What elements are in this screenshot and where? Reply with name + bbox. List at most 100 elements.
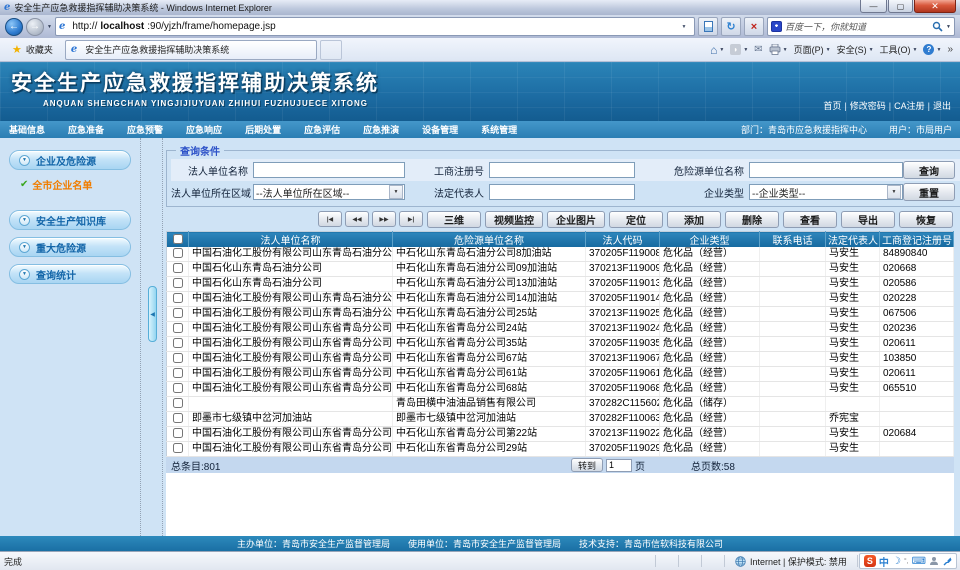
refresh-button[interactable]: ↻: [721, 17, 741, 36]
toolbar-button[interactable]: 删除: [725, 211, 779, 228]
table-row[interactable]: 中国石油化工股份有限公司山东省青岛分公司 中石化山东省青岛分公司第22站 370…: [167, 427, 954, 442]
ime-punctuation-icon[interactable]: °,: [904, 558, 909, 565]
home-button[interactable]: ⌂▼: [710, 43, 724, 57]
search-button[interactable]: 查询: [903, 161, 955, 179]
new-tab-button[interactable]: [320, 40, 342, 60]
ime-wrench-icon[interactable]: [942, 556, 952, 566]
more-commands-button[interactable]: »: [947, 44, 953, 55]
help-menu[interactable]: ?▼: [923, 44, 941, 55]
page-menu[interactable]: 页面(P)▼: [794, 43, 831, 56]
row-checkbox[interactable]: [173, 338, 183, 348]
compatibility-view-button[interactable]: [698, 17, 718, 36]
table-row[interactable]: 即墨市七级镇中岔河加油站 即墨市七级镇中岔河加油站 370282F110063 …: [167, 412, 954, 427]
toolbar-button[interactable]: 企业图片: [547, 211, 605, 228]
favorites-button[interactable]: ★ 收藏夹: [5, 43, 60, 56]
row-checkbox[interactable]: [173, 398, 183, 408]
stop-button[interactable]: ×: [744, 17, 764, 36]
address-bar[interactable]: e http://localhost:90/yjzh/frame/homepag…: [55, 17, 695, 36]
pager-nav-button[interactable]: ▶|: [399, 211, 423, 227]
search-dropdown-icon[interactable]: ▼: [946, 24, 951, 30]
table-row[interactable]: 中国石油化工股份有限公司山东省青岛分公司 中石化山东省青岛分公司24站 3702…: [167, 322, 954, 337]
pager-nav-button[interactable]: |◀: [318, 211, 342, 227]
page-number-input[interactable]: [606, 459, 632, 472]
sidebar-group-query-statistics[interactable]: ▼ 查询统计: [9, 264, 131, 284]
toolbar-button[interactable]: 视频监控: [485, 211, 543, 228]
legal-representative-input[interactable]: [489, 184, 635, 200]
row-checkbox[interactable]: [173, 428, 183, 438]
row-checkbox[interactable]: [173, 293, 183, 303]
sidebar-item-city-enterprise-list[interactable]: ✔ 全市企业名单: [20, 177, 140, 192]
menu-item[interactable]: 系统管理: [481, 123, 517, 136]
row-checkbox[interactable]: [173, 353, 183, 363]
search-input[interactable]: 百度一下，你就知道 ▼: [767, 17, 955, 36]
table-row[interactable]: 青岛田横中油油品销售有限公司 370282C115602 危化品（储存）: [167, 397, 954, 412]
row-checkbox[interactable]: [173, 308, 183, 318]
menu-item[interactable]: 应急准备: [68, 123, 104, 136]
history-dropdown-icon[interactable]: ▼: [47, 24, 52, 30]
row-checkbox[interactable]: [173, 413, 183, 423]
row-checkbox[interactable]: [173, 443, 183, 453]
safety-menu[interactable]: 安全(S)▼: [837, 43, 874, 56]
search-icon[interactable]: [932, 21, 943, 32]
pager-nav-button[interactable]: ▶▶: [372, 211, 396, 227]
menu-item[interactable]: 应急预警: [127, 123, 163, 136]
table-row[interactable]: 中国石油化工股份有限公司山东省青岛分公司 中石化山东省青岛分公司29站 3702…: [167, 442, 954, 457]
row-checkbox[interactable]: [173, 323, 183, 333]
splitter-collapse-handle[interactable]: ◀: [148, 286, 157, 342]
sogou-logo-icon[interactable]: S: [864, 555, 876, 567]
table-row[interactable]: 中国石油化工股份有限公司山东省青岛分公司 中石化山东省青岛分公司67站 3702…: [167, 352, 954, 367]
menu-item[interactable]: 应急响应: [186, 123, 222, 136]
business-registration-input[interactable]: [489, 162, 635, 178]
row-checkbox[interactable]: [173, 383, 183, 393]
hazard-unit-name-input[interactable]: [749, 162, 903, 178]
header-link[interactable]: CA注册: [886, 99, 925, 112]
menu-item[interactable]: 应急评估: [304, 123, 340, 136]
ime-language-toggle[interactable]: 中: [879, 554, 889, 569]
sidebar-group-safety-knowledge[interactable]: ▼ 安全生产知识库: [9, 210, 131, 230]
ime-keyboard-icon[interactable]: ⌨: [912, 556, 926, 567]
maximize-button[interactable]: ▢: [888, 0, 913, 13]
table-row[interactable]: 中国石油化工股份有限公司山东青岛石油分公司 中石化山东青岛石油分公司25站 37…: [167, 307, 954, 322]
table-row[interactable]: 中国石油化工股份有限公司山东省青岛分公司 中石化山东省青岛分公司35站 3702…: [167, 337, 954, 352]
forward-button[interactable]: →: [26, 18, 44, 36]
ime-fullwidth-icon[interactable]: ☽: [892, 556, 901, 567]
toolbar-button[interactable]: 三维: [427, 211, 481, 228]
row-checkbox[interactable]: [173, 248, 183, 258]
menu-item[interactable]: 后期处置: [245, 123, 281, 136]
table-row[interactable]: 中国石化山东青岛石油分公司 中石化山东青岛石油分公司09加油站 370213F1…: [167, 262, 954, 277]
row-checkbox[interactable]: [173, 368, 183, 378]
row-checkbox[interactable]: [173, 278, 183, 288]
browser-tab[interactable]: e 安全生产应急救援指挥辅助决策系统: [65, 40, 317, 60]
table-row[interactable]: 中国石油化工股份有限公司山东省青岛分公司 中石化山东省青岛分公司68站 3702…: [167, 382, 954, 397]
address-dropdown-icon[interactable]: ▼: [677, 24, 691, 30]
print-button[interactable]: ▼: [769, 44, 788, 55]
enterprise-type-select[interactable]: --企业类型--▼: [749, 184, 903, 200]
tools-menu[interactable]: 工具(O)▼: [880, 43, 918, 56]
menu-item[interactable]: 基础信息: [9, 123, 45, 136]
toolbar-button[interactable]: 定位: [609, 211, 663, 228]
table-row[interactable]: 中国石化山东青岛石油分公司 中石化山东青岛石油分公司13加油站 370205F1…: [167, 277, 954, 292]
table-row[interactable]: 中国石油化工股份有限公司山东青岛石油分公司 中石化山东青岛石油分公司14加油站 …: [167, 292, 954, 307]
table-row[interactable]: 中国石油化工股份有限公司山东省青岛分公司 中石化山东省青岛分公司61站 3702…: [167, 367, 954, 382]
menu-item[interactable]: 应急推演: [363, 123, 399, 136]
header-link[interactable]: 首页: [823, 99, 841, 112]
row-checkbox[interactable]: [173, 263, 183, 273]
ime-user-icon[interactable]: [929, 556, 939, 566]
legal-unit-name-input[interactable]: [253, 162, 405, 178]
minimize-button[interactable]: —: [860, 0, 887, 13]
header-link[interactable]: 退出: [925, 99, 951, 112]
reset-button[interactable]: 重置: [903, 183, 955, 201]
select-all-checkbox[interactable]: [173, 234, 183, 244]
toolbar-button[interactable]: 添加: [667, 211, 721, 228]
toolbar-button[interactable]: 导出: [841, 211, 895, 228]
goto-page-button[interactable]: 转到: [571, 458, 603, 472]
pager-nav-button[interactable]: ◀◀: [345, 211, 369, 227]
close-button[interactable]: ✕: [914, 0, 956, 13]
toolbar-button[interactable]: 恢复: [899, 211, 953, 228]
menu-item[interactable]: 设备管理: [422, 123, 458, 136]
header-link[interactable]: 修改密码: [841, 99, 885, 112]
sidebar-group-major-hazard[interactable]: ▼ 重大危险源: [9, 237, 131, 257]
toolbar-button[interactable]: 查看: [783, 211, 837, 228]
back-button[interactable]: ←: [5, 18, 23, 36]
sidebar-group-enterprise-hazard[interactable]: ▼ 企业及危险源: [9, 150, 131, 170]
